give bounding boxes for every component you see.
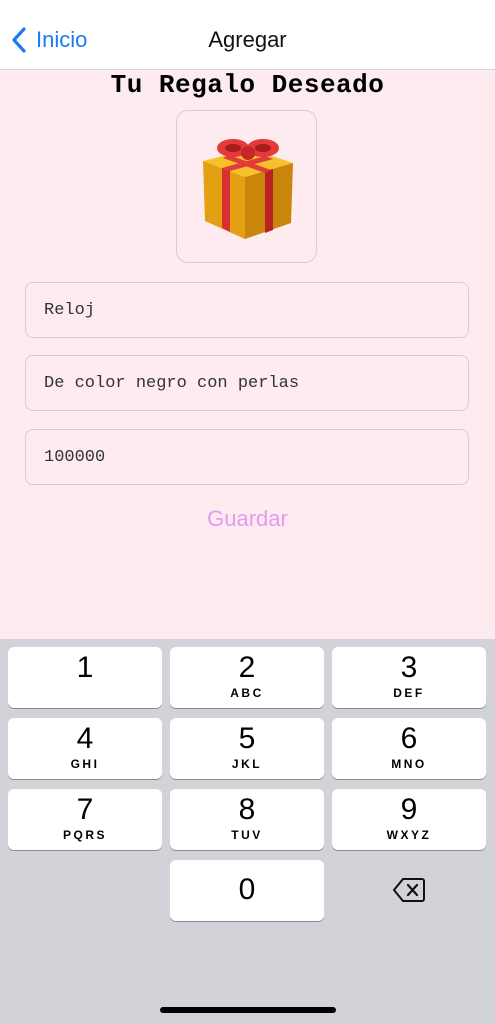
key-letters: GHI — [70, 757, 100, 771]
key-number: 9 — [400, 793, 418, 826]
gift-image-button[interactable] — [176, 110, 317, 263]
key-8[interactable]: 8 TUV — [170, 789, 324, 850]
key-number: 6 — [400, 722, 418, 755]
key-number: 8 — [238, 793, 256, 826]
key-letters: PQRS — [62, 828, 107, 842]
key-letters: MNO — [391, 757, 427, 771]
numeric-keypad: 1 2 ABC 3 DEF 4 GHI 5 JKL 6 MNO 7 PQRS 8… — [0, 639, 495, 1024]
key-letters: WXYZ — [386, 828, 432, 842]
key-number: 7 — [76, 793, 94, 826]
page-title: Agregar — [208, 27, 287, 52]
save-button[interactable]: Guardar — [0, 506, 495, 532]
key-number: 1 — [76, 651, 94, 684]
key-6[interactable]: 6 MNO — [332, 718, 486, 779]
key-number: 5 — [238, 722, 256, 755]
key-number: 4 — [76, 722, 94, 755]
key-letters: ABC — [230, 686, 264, 700]
key-9[interactable]: 9 WXYZ — [332, 789, 486, 850]
key-number: 3 — [400, 651, 418, 684]
gift-icon — [203, 139, 293, 239]
key-number: 2 — [238, 651, 256, 684]
key-7[interactable]: 7 PQRS — [8, 789, 162, 850]
delete-key[interactable] — [332, 860, 486, 921]
key-2[interactable]: 2 ABC — [170, 647, 324, 708]
gift-price-field[interactable] — [25, 429, 469, 485]
key-letters: JKL — [231, 757, 263, 771]
home-indicator — [160, 1007, 336, 1013]
gift-description-field[interactable] — [25, 355, 469, 411]
key-0[interactable]: 0 — [170, 860, 324, 921]
key-1[interactable]: 1 — [8, 647, 162, 708]
form-heading: Tu Regalo Deseado — [110, 70, 385, 100]
key-letters: DEF — [393, 686, 425, 700]
key-letters: TUV — [231, 828, 263, 842]
key-5[interactable]: 5 JKL — [170, 718, 324, 779]
navigation-bar: Inicio Agregar — [0, 0, 495, 70]
key-3[interactable]: 3 DEF — [332, 647, 486, 708]
key-4[interactable]: 4 GHI — [8, 718, 162, 779]
gift-name-field[interactable] — [25, 282, 469, 338]
backspace-icon — [393, 878, 425, 902]
key-number: 0 — [238, 873, 256, 906]
